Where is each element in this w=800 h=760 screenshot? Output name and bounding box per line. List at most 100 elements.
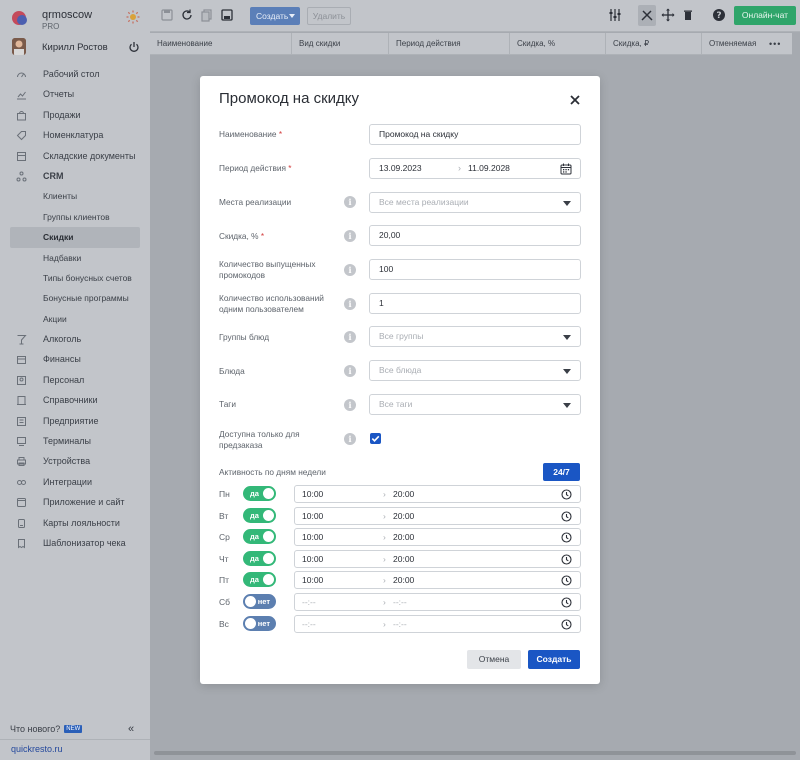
all-week-button[interactable]: 24/7 [543, 463, 580, 481]
import-icon[interactable] [220, 8, 234, 22]
sidebar-item[interactable]: Персонал [10, 370, 140, 390]
weekday-toggle[interactable]: да [243, 529, 276, 545]
sidebar-item[interactable]: Отчеты [10, 84, 140, 104]
collapse-sidebar-button[interactable]: « [128, 723, 134, 735]
time-range-input[interactable]: 10:00 › 20:00 [294, 549, 581, 568]
sidebar-item[interactable]: Складские документы [10, 146, 140, 166]
sidebar-item[interactable]: Надбавки [10, 248, 140, 268]
column-header[interactable]: Скидка, % [509, 33, 605, 55]
online-chat-button[interactable]: Онлайн-чат [734, 6, 796, 25]
time-range-input[interactable]: --:-- › --:-- [294, 614, 581, 633]
site-link[interactable]: quickresto.ru [11, 744, 63, 754]
discount-input[interactable]: 20,00 [369, 225, 581, 246]
period-to[interactable]: 11.09.2028 [468, 159, 510, 178]
places-select[interactable]: Все места реализации [369, 192, 581, 213]
sidebar-item[interactable]: Интеграции [10, 472, 140, 492]
info-icon[interactable]: i [344, 433, 356, 445]
clock-icon[interactable] [561, 597, 572, 608]
time-to[interactable]: 20:00 [393, 486, 414, 502]
name-input[interactable]: Промокод на скидку [369, 124, 581, 145]
sidebar-item[interactable]: Предприятие [10, 411, 140, 431]
trash-icon[interactable] [681, 8, 695, 22]
sidebar-item[interactable]: Рабочий стол [10, 64, 140, 84]
time-range-input[interactable]: 10:00 › 20:00 [294, 528, 581, 547]
help-icon[interactable]: ? [712, 8, 726, 22]
close-icon[interactable] [569, 94, 581, 106]
sidebar-item[interactable]: Группы клиентов [10, 207, 140, 227]
column-header[interactable]: Вид скидки [291, 33, 388, 55]
cancel-button[interactable]: Отмена [467, 650, 521, 669]
sidebar-item[interactable]: Типы бонусных счетов [10, 268, 140, 288]
period-from[interactable]: 13.09.2023 [379, 163, 422, 173]
weekday-toggle[interactable]: да [243, 550, 276, 566]
sidebar-item[interactable]: Клиенты [10, 186, 140, 206]
column-header[interactable]: Период действия [388, 33, 509, 55]
move-icon[interactable] [661, 8, 675, 22]
info-icon[interactable]: i [344, 365, 356, 377]
calendar-icon[interactable] [560, 163, 572, 175]
info-icon[interactable]: i [344, 230, 356, 242]
time-from[interactable]: 10:00 [302, 572, 323, 588]
copy-icon[interactable] [200, 8, 214, 22]
sidebar-item[interactable]: Терминалы [10, 431, 140, 451]
sidebar-item[interactable]: Карты лояльности [10, 513, 140, 533]
clock-icon[interactable] [561, 489, 572, 500]
time-from[interactable]: 10:00 [302, 551, 323, 567]
sidebar-item[interactable]: Приложение и сайт [10, 492, 140, 512]
whats-new-link[interactable]: Что нового? NEW [10, 724, 83, 734]
sidebar-item[interactable]: Шаблонизатор чека [10, 533, 140, 553]
time-to[interactable]: --:-- [393, 616, 407, 632]
time-to[interactable]: 20:00 [393, 572, 414, 588]
column-settings-icon[interactable] [608, 8, 622, 22]
sidebar-item[interactable]: Акции [10, 309, 140, 329]
clock-icon[interactable] [561, 575, 572, 586]
time-from[interactable]: --:-- [302, 616, 316, 632]
time-from[interactable]: 10:00 [302, 508, 323, 524]
time-to[interactable]: 20:00 [393, 508, 414, 524]
theme-sun-icon[interactable] [126, 10, 140, 24]
dish-groups-select[interactable]: Все группы [369, 326, 581, 347]
time-to[interactable]: --:-- [393, 594, 407, 610]
clock-icon[interactable] [561, 511, 572, 522]
save-icon[interactable] [160, 8, 174, 22]
sidebar-item[interactable]: Справочники [10, 390, 140, 410]
clock-icon[interactable] [561, 532, 572, 543]
sidebar-item[interactable]: CRM [10, 166, 140, 186]
time-range-input[interactable]: 10:00 › 20:00 [294, 506, 581, 525]
time-to[interactable]: 20:00 [393, 529, 414, 545]
logout-power-icon[interactable] [128, 41, 140, 53]
sidebar-item[interactable]: Финансы [10, 349, 140, 369]
sidebar-item[interactable]: Бонусные программы [10, 288, 140, 308]
info-icon[interactable]: i [344, 196, 356, 208]
period-range-input[interactable]: 13.09.2023 › 11.09.2028 [369, 158, 581, 179]
time-range-input[interactable]: 10:00 › 20:00 [294, 485, 581, 503]
info-icon[interactable]: i [344, 331, 356, 343]
sidebar-item[interactable]: Алкоголь [10, 329, 140, 349]
dishes-select[interactable]: Все блюда [369, 360, 581, 381]
info-icon[interactable]: i [344, 264, 356, 276]
sidebar-item[interactable]: Устройства [10, 451, 140, 471]
time-range-input[interactable]: 10:00 › 20:00 [294, 571, 581, 590]
clock-icon[interactable] [561, 619, 572, 630]
horizontal-scrollbar[interactable] [154, 751, 796, 755]
info-icon[interactable]: i [344, 399, 356, 411]
column-header[interactable]: Наименование [150, 33, 291, 55]
refresh-icon[interactable] [180, 8, 194, 22]
weekday-toggle[interactable]: да [243, 507, 276, 523]
column-header[interactable]: Отменяемая [701, 33, 765, 55]
sidebar-item[interactable]: Продажи [10, 105, 140, 125]
weekday-toggle[interactable]: да [243, 572, 276, 588]
info-icon[interactable]: i [344, 298, 356, 310]
more-columns-button[interactable]: ••• [762, 33, 792, 55]
column-header[interactable]: Скидка, ₽ [605, 33, 701, 55]
user-profile[interactable]: Кирилл Ростов [10, 38, 140, 56]
time-range-input[interactable]: --:-- › --:-- [294, 593, 581, 611]
weekday-toggle[interactable]: нет [243, 615, 276, 631]
weekday-toggle[interactable]: да [243, 486, 276, 501]
create-button[interactable]: Создать [528, 650, 580, 669]
issued-count-input[interactable]: 100 [369, 259, 581, 280]
sidebar-item[interactable]: Номенклатура [10, 125, 140, 145]
time-from[interactable]: --:-- [302, 594, 316, 610]
time-from[interactable]: 10:00 [302, 486, 323, 502]
preorder-checkbox[interactable] [370, 433, 381, 444]
